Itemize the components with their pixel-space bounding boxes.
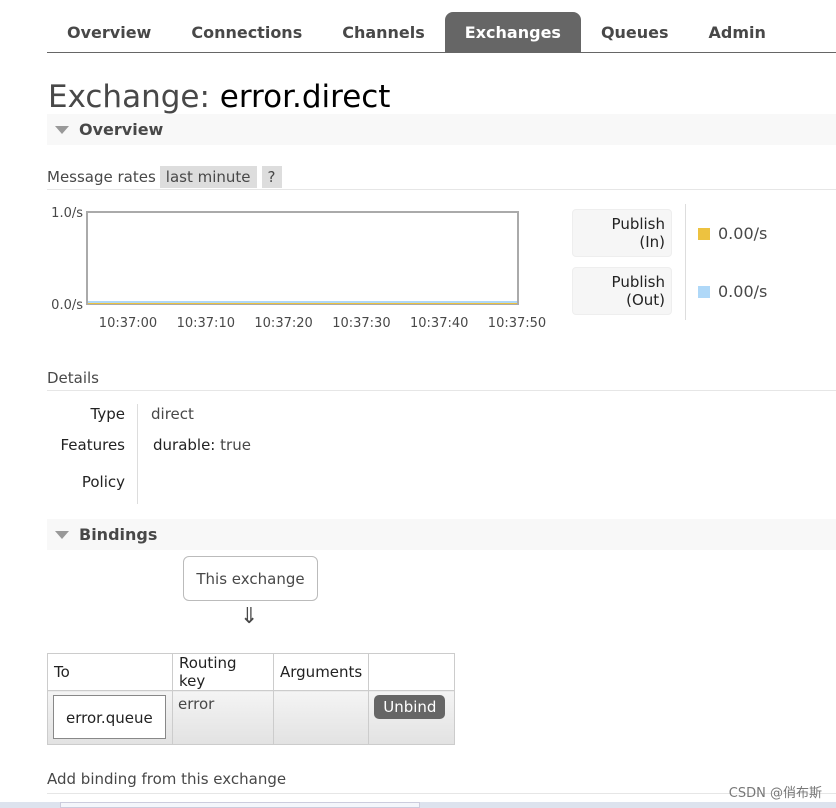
- add-binding-input-edge[interactable]: [60, 802, 420, 808]
- cell-action: Unbind: [368, 690, 456, 745]
- publish-out-swatch-icon: [698, 285, 710, 298]
- plot-area: [86, 211, 519, 305]
- help-button[interactable]: ?: [261, 165, 282, 188]
- cell-to: error.queue: [47, 690, 173, 745]
- cell-routing-key: error: [172, 690, 274, 745]
- collapse-triangle-icon: [55, 125, 69, 134]
- tab-admin[interactable]: Admin: [689, 12, 786, 52]
- page-title: Exchange: error.direct: [48, 78, 390, 116]
- message-rates-header: Message rates last minute ?: [47, 164, 836, 190]
- table-header-row: To Routing key Arguments: [47, 653, 456, 691]
- x-tick-label: 10:37:10: [177, 316, 235, 331]
- message-rates-chart: 1.0/s 0.0/s 10:37:00 10:37:10 10:37:20 10:37:…: [47, 200, 557, 335]
- details-header: Details: [47, 365, 836, 391]
- bindings-section-label: Bindings: [79, 525, 158, 544]
- unbind-button[interactable]: Unbind: [374, 695, 446, 719]
- overview-section-toggle[interactable]: Overview: [47, 114, 836, 145]
- publish-in-swatch-icon: [698, 227, 710, 240]
- collapse-triangle-icon: [55, 530, 69, 539]
- type-value: direct: [151, 405, 194, 423]
- cell-arguments: [272, 690, 370, 745]
- watermark: CSDN @俏布斯: [728, 786, 822, 801]
- bindings-section-toggle[interactable]: Bindings: [47, 519, 836, 550]
- queue-link[interactable]: error.queue: [53, 695, 166, 739]
- tab-exchanges[interactable]: Exchanges: [444, 12, 581, 52]
- legend-publish-out-line1: Publish: [611, 273, 665, 291]
- title-prefix: Exchange:: [48, 79, 220, 115]
- legend-publish-in-line2: (In): [639, 233, 665, 251]
- add-binding-form-edge: [0, 802, 836, 808]
- y-tick-label: 1.0/s: [51, 206, 83, 221]
- overview-section-label: Overview: [79, 120, 164, 139]
- add-binding-header: Add binding from this exchange: [47, 770, 836, 794]
- publish-in-rate-value: 0.00/s: [718, 224, 768, 243]
- tab-overview[interactable]: Overview: [47, 12, 171, 52]
- x-tick-label: 10:37:30: [332, 316, 390, 331]
- tab-queues[interactable]: Queues: [581, 12, 689, 52]
- column-header-actions: [368, 653, 456, 691]
- chart-svg: 1.0/s 0.0/s 10:37:00 10:37:10 10:37:20 10:37:…: [51, 206, 546, 331]
- tab-channels[interactable]: Channels: [322, 12, 445, 52]
- legend-publish-in-rate: 0.00/s: [698, 224, 767, 243]
- tab-connections[interactable]: Connections: [171, 12, 322, 52]
- legend-publish-in[interactable]: Publish (In): [572, 209, 672, 257]
- bindings-table: To Routing key Arguments error.queue err…: [47, 653, 456, 745]
- column-header-to: To: [47, 653, 173, 691]
- main-nav: Overview Connections Channels Exchanges …: [47, 12, 836, 53]
- x-tick-label: 10:37:40: [410, 316, 468, 331]
- message-rates-label: Message rates: [47, 167, 156, 186]
- details-label: Details: [47, 368, 100, 387]
- legend-divider: [685, 204, 686, 320]
- x-tick-label: 10:37:00: [99, 316, 157, 331]
- down-arrow-icon: ⇓: [240, 604, 259, 629]
- features-value: durable: true: [153, 436, 251, 454]
- column-header-arguments: Arguments: [272, 653, 370, 691]
- type-label: Type: [90, 405, 125, 423]
- legend-publish-out[interactable]: Publish (Out): [572, 267, 672, 315]
- table-row: error.queue error Unbind: [47, 690, 456, 745]
- legend-publish-in-line1: Publish: [611, 215, 665, 233]
- feature-value: true: [220, 436, 251, 454]
- x-tick-label: 10:37:50: [488, 316, 546, 331]
- features-label: Features: [60, 436, 126, 454]
- details-divider: [137, 404, 138, 504]
- column-header-routing-key: Routing key: [172, 653, 274, 691]
- exchange-name: error.direct: [219, 79, 391, 115]
- legend-publish-out-line2: (Out): [626, 291, 665, 309]
- publish-out-rate-value: 0.00/s: [718, 282, 768, 301]
- policy-label: Policy: [81, 473, 125, 491]
- add-binding-label: Add binding from this exchange: [47, 770, 287, 788]
- feature-key: durable:: [153, 436, 216, 454]
- range-selector[interactable]: last minute: [159, 165, 257, 188]
- this-exchange-box: This exchange: [183, 556, 318, 601]
- y-tick-label: 0.0/s: [51, 298, 83, 313]
- x-tick-label: 10:37:20: [254, 316, 312, 331]
- legend-publish-out-rate: 0.00/s: [698, 282, 767, 301]
